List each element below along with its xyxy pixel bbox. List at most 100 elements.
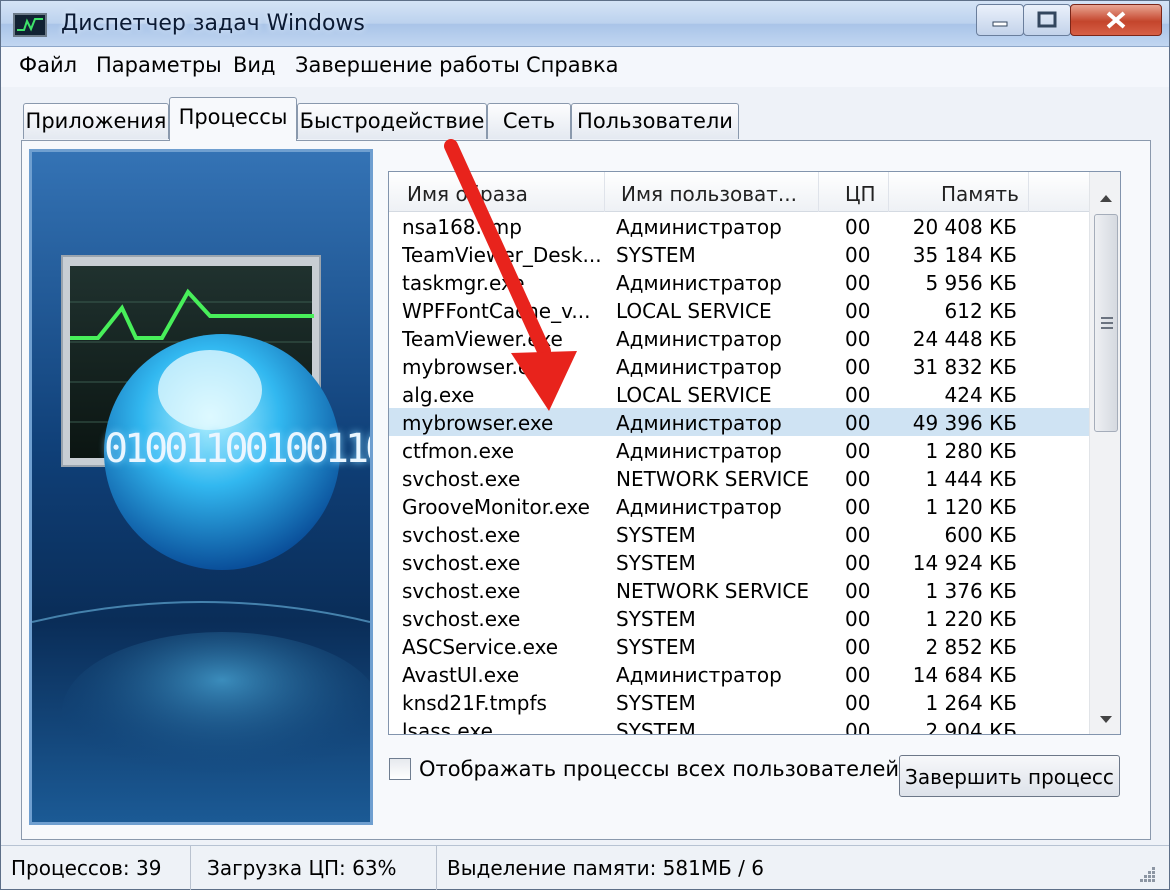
title-bar[interactable]: Диспетчер задач Windows bbox=[1, 1, 1169, 47]
tab-applications[interactable]: Приложения bbox=[23, 103, 169, 139]
menu-options[interactable]: Параметры bbox=[96, 53, 222, 77]
process-row[interactable]: svchost.exe SYSTEM 00 600 КБ bbox=[389, 520, 1089, 548]
tab-network[interactable]: Сеть bbox=[487, 103, 571, 139]
process-row[interactable]: knsd21F.tmpfs SYSTEM 00 1 264 КБ bbox=[389, 688, 1089, 716]
process-name-cell: svchost.exe bbox=[402, 579, 521, 603]
process-row[interactable]: svchost.exe SYSTEM 00 14 924 КБ bbox=[389, 548, 1089, 576]
process-cpu-cell: 00 bbox=[845, 215, 871, 239]
column-user-name[interactable]: Имя пользоват... bbox=[605, 172, 819, 212]
column-memory[interactable]: Память bbox=[889, 172, 1029, 212]
maximize-button[interactable] bbox=[1023, 4, 1071, 36]
process-name-cell: taskmgr.exe bbox=[402, 271, 525, 295]
process-name-cell: knsd21F.tmpfs bbox=[402, 691, 547, 715]
process-row[interactable]: svchost.exe NETWORK SERVICE 00 1 444 КБ bbox=[389, 464, 1089, 492]
close-button[interactable] bbox=[1070, 4, 1162, 36]
process-user-cell: SYSTEM bbox=[616, 523, 696, 547]
process-user-cell: SYSTEM bbox=[616, 691, 696, 715]
process-memory-cell: 5 956 КБ bbox=[925, 271, 1017, 295]
process-row[interactable]: mybrowser.exe Администратор 00 31 832 КБ bbox=[389, 352, 1089, 380]
decorative-monitor-globe-image: 01001100100110 bbox=[29, 149, 373, 825]
process-memory-cell: 424 КБ bbox=[944, 383, 1017, 407]
column-image-name[interactable]: Имя образа bbox=[389, 172, 605, 212]
process-row[interactable]: lsass.exe SYSTEM 00 2 904 КБ bbox=[389, 716, 1089, 735]
process-user-cell: Администратор bbox=[616, 327, 782, 351]
process-name-cell: TeamViewer.exe bbox=[402, 327, 563, 351]
process-user-cell: Администратор bbox=[616, 495, 782, 519]
process-user-cell: SYSTEM bbox=[616, 635, 696, 659]
process-row[interactable]: TeamViewer_Desk... SYSTEM 00 35 184 КБ bbox=[389, 240, 1089, 268]
tab-performance[interactable]: Быстродействие bbox=[297, 103, 487, 139]
show-all-users-checkbox[interactable] bbox=[389, 758, 411, 780]
process-row[interactable]: WPFFontCache_v... LOCAL SERVICE 00 612 КБ bbox=[389, 296, 1089, 324]
process-user-cell: SYSTEM bbox=[616, 607, 696, 631]
process-cpu-cell: 00 bbox=[845, 635, 871, 659]
process-user-cell: Администратор bbox=[616, 663, 782, 687]
menu-help[interactable]: Справка bbox=[526, 53, 619, 77]
scroll-up-button[interactable] bbox=[1090, 178, 1120, 214]
process-row[interactable]: AvastUI.exe Администратор 00 14 684 КБ bbox=[389, 660, 1089, 688]
process-user-cell: Администратор bbox=[616, 271, 782, 295]
process-name-cell: nsa168.tmp bbox=[402, 215, 522, 239]
process-cpu-cell: 00 bbox=[845, 607, 871, 631]
process-row[interactable]: TeamViewer.exe Администратор 00 24 448 КБ bbox=[389, 324, 1089, 352]
process-user-cell: NETWORK SERVICE bbox=[616, 579, 810, 603]
process-cpu-cell: 00 bbox=[845, 271, 871, 295]
process-cpu-cell: 00 bbox=[845, 663, 871, 687]
process-row[interactable]: svchost.exe SYSTEM 00 1 220 КБ bbox=[389, 604, 1089, 632]
task-manager-icon bbox=[13, 13, 47, 37]
process-memory-cell: 14 684 КБ bbox=[912, 663, 1017, 687]
process-row[interactable]: ctfmon.exe Администратор 00 1 280 КБ bbox=[389, 436, 1089, 464]
process-name-cell: mybrowser.exe bbox=[402, 355, 554, 379]
process-row[interactable]: mybrowser.exe Администратор 00 49 396 КБ bbox=[389, 408, 1089, 436]
process-memory-cell: 1 376 КБ bbox=[925, 579, 1017, 603]
process-list[interactable]: Имя образа Имя пользоват... ЦП Память ns… bbox=[388, 171, 1121, 735]
process-row[interactable]: taskmgr.exe Администратор 00 5 956 КБ bbox=[389, 268, 1089, 296]
minimize-button[interactable] bbox=[976, 4, 1024, 36]
process-memory-cell: 1 120 КБ bbox=[925, 495, 1017, 519]
process-cpu-cell: 00 bbox=[845, 467, 871, 491]
process-memory-cell: 31 832 КБ bbox=[912, 355, 1017, 379]
menu-view[interactable]: Вид bbox=[233, 53, 276, 77]
menu-shutdown[interactable]: Завершение работы bbox=[295, 53, 520, 77]
menu-bar: Файл Параметры Вид Завершение работы Спр… bbox=[1, 47, 1169, 87]
process-cpu-cell: 00 bbox=[845, 691, 871, 715]
process-cpu-cell: 00 bbox=[845, 495, 871, 519]
vertical-scrollbar[interactable] bbox=[1089, 172, 1120, 734]
process-name-cell: svchost.exe bbox=[402, 551, 521, 575]
menu-file[interactable]: Файл bbox=[19, 53, 77, 77]
process-row[interactable]: GrooveMonitor.exe Администратор 00 1 120 КБ bbox=[389, 492, 1089, 520]
tab-users[interactable]: Пользователи bbox=[571, 103, 739, 139]
scroll-down-button[interactable] bbox=[1090, 700, 1120, 734]
minimize-icon bbox=[977, 5, 1023, 35]
maximize-icon bbox=[1024, 5, 1070, 35]
process-memory-cell: 2 904 КБ bbox=[925, 719, 1017, 735]
process-name-cell: svchost.exe bbox=[402, 523, 521, 547]
tab-processes[interactable]: Процессы bbox=[169, 97, 297, 141]
resize-grip-icon[interactable] bbox=[1137, 864, 1157, 884]
process-name-cell: AvastUI.exe bbox=[402, 663, 520, 687]
process-memory-cell: 600 КБ bbox=[944, 523, 1017, 547]
column-cpu[interactable]: ЦП bbox=[819, 172, 889, 212]
process-row[interactable]: ASCService.exe SYSTEM 00 2 852 КБ bbox=[389, 632, 1089, 660]
process-name-cell: ASCService.exe bbox=[402, 635, 559, 659]
process-name-cell: lsass.exe bbox=[402, 719, 493, 735]
process-row[interactable]: alg.exe LOCAL SERVICE 00 424 КБ bbox=[389, 380, 1089, 408]
arrow-down-icon bbox=[1098, 706, 1114, 730]
process-cpu-cell: 00 bbox=[845, 355, 871, 379]
process-cpu-cell: 00 bbox=[845, 243, 871, 267]
process-cpu-cell: 00 bbox=[845, 383, 871, 407]
process-memory-cell: 35 184 КБ bbox=[912, 243, 1017, 267]
scroll-thumb[interactable] bbox=[1094, 214, 1118, 432]
show-all-users-label[interactable]: Отображать процессы всех пользователей bbox=[419, 757, 899, 781]
process-row[interactable]: svchost.exe NETWORK SERVICE 00 1 376 КБ bbox=[389, 576, 1089, 604]
process-row[interactable]: nsa168.tmp Администратор 00 20 408 КБ bbox=[389, 212, 1089, 240]
tab-strip: Приложения Процессы Быстродействие Сеть … bbox=[1, 93, 1169, 141]
process-user-cell: SYSTEM bbox=[616, 243, 696, 267]
process-user-cell: LOCAL SERVICE bbox=[616, 383, 772, 407]
end-process-button[interactable]: Завершить процесс bbox=[899, 755, 1120, 797]
process-memory-cell: 1 220 КБ bbox=[925, 607, 1017, 631]
process-user-cell: Администратор bbox=[616, 215, 782, 239]
process-user-cell: SYSTEM bbox=[616, 719, 696, 735]
process-name-cell: GrooveMonitor.exe bbox=[402, 495, 590, 519]
process-cpu-cell: 00 bbox=[845, 327, 871, 351]
